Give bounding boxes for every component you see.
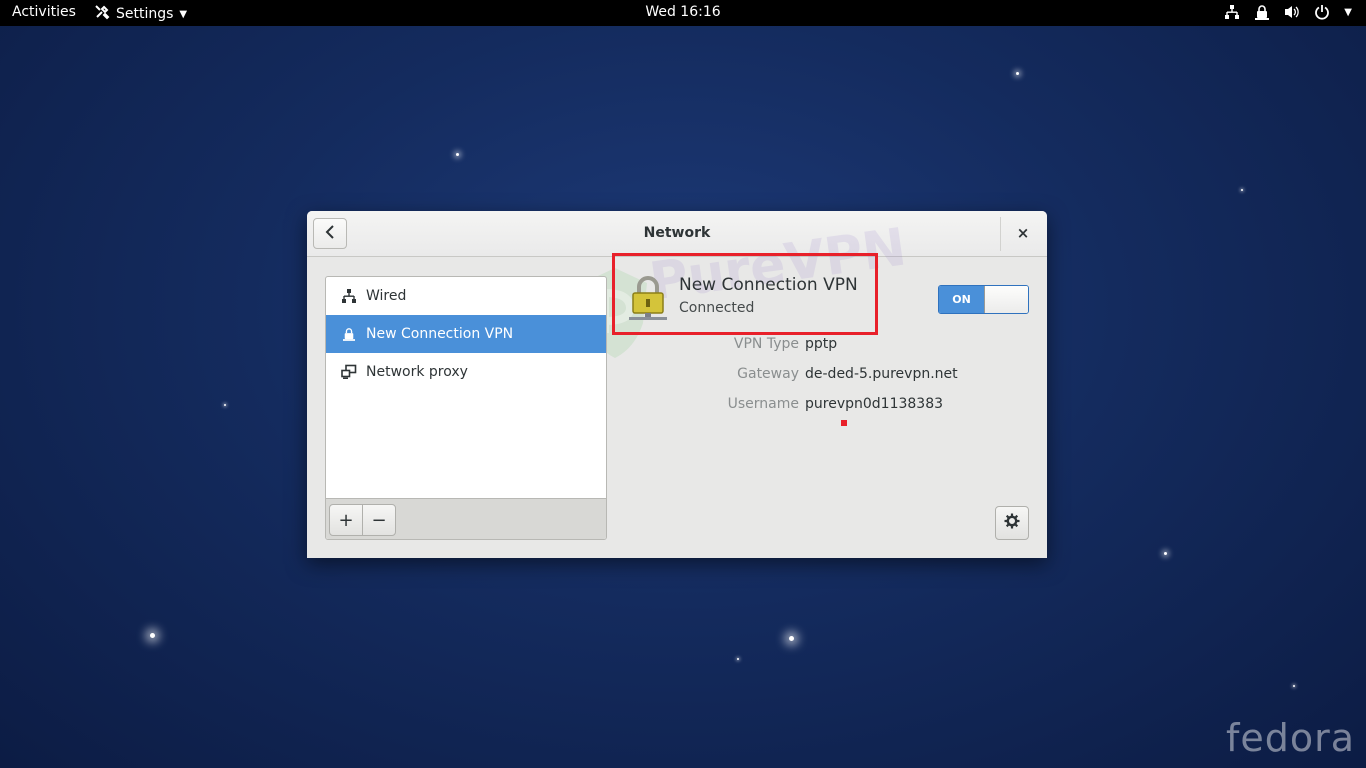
chevron-down-icon[interactable]: ▼ [1344, 7, 1352, 18]
vpn-connection-name: New Connection VPN [679, 275, 858, 295]
star [150, 633, 155, 638]
connection-settings-button[interactable] [995, 506, 1029, 540]
star [1241, 189, 1243, 191]
sidebar-item-wired[interactable]: Wired [326, 277, 606, 315]
vpn-connection-status: Connected [679, 300, 755, 316]
chevron-left-icon [325, 224, 335, 243]
app-menu-label: Settings [116, 6, 174, 22]
gear-icon [1004, 513, 1020, 533]
close-button[interactable]: × [1013, 223, 1033, 243]
star [1293, 685, 1295, 687]
connection-list: Wired New Connection VPN Network proxy +… [325, 276, 607, 540]
app-menu-button[interactable]: Settings ▼ [94, 4, 187, 24]
remove-connection-button[interactable]: − [362, 504, 396, 536]
vpn-type-value: pptp [805, 336, 838, 352]
power-icon[interactable] [1314, 3, 1330, 21]
gateway-value: de-ded-5.purevpn.net [805, 366, 958, 382]
add-connection-button[interactable]: + [329, 504, 363, 536]
settings-tools-icon [94, 4, 110, 24]
username-label: Username [727, 396, 799, 412]
back-button[interactable] [313, 218, 347, 249]
annotation-marker [841, 420, 847, 426]
wired-network-icon [341, 288, 357, 304]
activities-button[interactable]: Activities [12, 4, 76, 20]
vpn-type-label: VPN Type [733, 336, 799, 352]
fedora-logo: fedora [1226, 716, 1356, 760]
username-value: purevpn0d1138383 [805, 396, 944, 412]
sidebar-item-label: Network proxy [366, 364, 468, 380]
gateway-label: Gateway [737, 366, 799, 382]
sidebar-item-network-proxy[interactable]: Network proxy [326, 353, 606, 391]
vpn-lock-icon [341, 326, 357, 342]
switch-knob [984, 286, 1028, 313]
star [737, 658, 739, 660]
vpn-toggle-switch[interactable]: ON [938, 285, 1029, 314]
star [1164, 552, 1167, 555]
chevron-down-icon: ▼ [179, 8, 188, 20]
star [456, 153, 459, 156]
sidebar-item-vpn[interactable]: New Connection VPN [326, 315, 606, 353]
header-bar: Network × [307, 211, 1047, 257]
sidebar-item-label: Wired [366, 288, 407, 304]
header-separator [1000, 217, 1001, 251]
star [224, 404, 226, 406]
volume-icon[interactable] [1284, 3, 1300, 21]
star [1016, 72, 1019, 75]
list-toolbar: + − [326, 498, 606, 539]
vpn-lock-icon[interactable] [1254, 3, 1270, 21]
top-bar: Activities Settings ▼ Wed 16:16 ▼ [0, 0, 1366, 26]
window-title: Network [643, 225, 711, 241]
network-window: Network × PureVPN Wired New Connection V… [307, 211, 1047, 558]
network-status-icon[interactable] [1224, 3, 1240, 21]
network-proxy-icon [341, 364, 357, 380]
sidebar-item-label: New Connection VPN [366, 326, 514, 342]
switch-on-label: ON [939, 286, 984, 313]
vpn-padlock-icon [629, 276, 667, 320]
star [789, 636, 794, 641]
clock[interactable]: Wed 16:16 [645, 4, 720, 20]
